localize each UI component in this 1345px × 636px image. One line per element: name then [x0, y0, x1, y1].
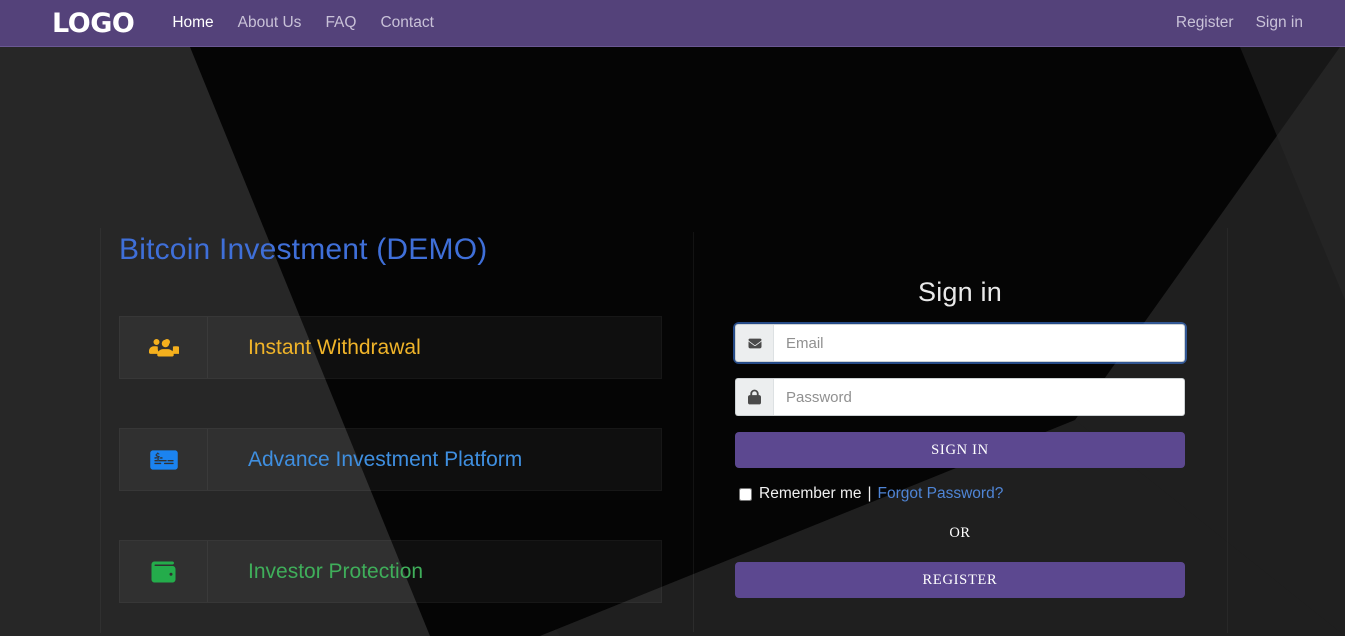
- navbar: LOGO Home About Us FAQ Contact Register …: [0, 0, 1345, 47]
- password-input[interactable]: [773, 378, 1185, 416]
- nav-link-about-us[interactable]: About Us: [238, 14, 302, 32]
- nav-link-sign-in[interactable]: Sign in: [1256, 14, 1303, 32]
- brand-logo[interactable]: LOGO: [52, 10, 135, 37]
- envelope-icon: [735, 324, 773, 362]
- or-divider-text: OR: [949, 525, 971, 541]
- sign-in-heading: Sign in: [918, 277, 1002, 307]
- email-input[interactable]: [773, 324, 1185, 362]
- remember-me-checkbox[interactable]: [739, 487, 752, 501]
- feature-list: Instant Withdrawal Advance Investment Pl…: [119, 316, 662, 603]
- nav-link-faq[interactable]: FAQ: [325, 14, 356, 32]
- primary-nav: Home About Us FAQ Contact: [172, 14, 434, 32]
- remember-me-row: Remember me | Forgot Password?: [735, 485, 1185, 503]
- wallet-icon: [120, 541, 208, 602]
- page-root: LOGO Home About Us FAQ Contact Register …: [0, 0, 1345, 636]
- feature-label: Advance Investment Platform: [248, 447, 523, 471]
- navbar-right: Register Sign in: [1176, 14, 1303, 32]
- money-check-icon: [120, 429, 208, 490]
- sign-in-button[interactable]: SIGN IN: [735, 432, 1185, 468]
- lock-icon: [735, 378, 773, 416]
- navbar-left: LOGO Home About Us FAQ Contact: [0, 10, 434, 37]
- register-button[interactable]: REGISTER: [735, 562, 1185, 598]
- vertical-divider: [693, 232, 694, 632]
- nav-link-contact[interactable]: Contact: [380, 14, 433, 32]
- feature-label: Instant Withdrawal: [248, 335, 421, 359]
- separator: |: [867, 485, 872, 502]
- nav-link-register[interactable]: Register: [1176, 14, 1234, 32]
- feature-item-advance-investment-platform[interactable]: Advance Investment Platform: [119, 428, 662, 491]
- password-input-group: [735, 378, 1185, 416]
- forgot-password-link[interactable]: Forgot Password?: [878, 485, 1004, 503]
- email-input-group: [735, 324, 1185, 362]
- feature-label: Investor Protection: [248, 559, 424, 583]
- remember-me-label: Remember me: [759, 485, 862, 502]
- sign-in-form: Sign in SIGN IN: [735, 277, 1185, 598]
- feature-item-investor-protection[interactable]: Investor Protection: [119, 540, 662, 603]
- feature-item-instant-withdrawal[interactable]: Instant Withdrawal: [119, 316, 662, 379]
- users-icon: [120, 317, 208, 378]
- page-title: Bitcoin Investment (DEMO): [119, 233, 488, 266]
- nav-link-home[interactable]: Home: [172, 14, 213, 32]
